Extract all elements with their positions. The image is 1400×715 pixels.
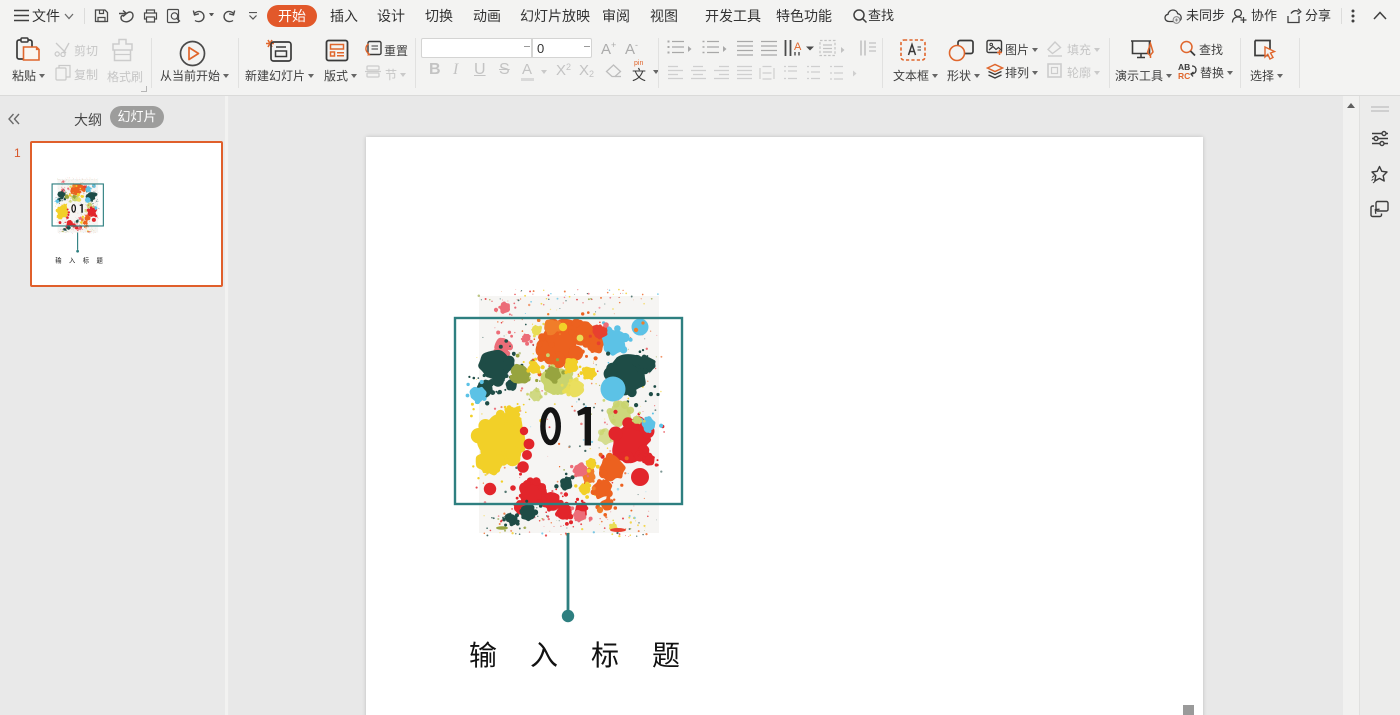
- svg-text:A: A: [794, 41, 802, 53]
- svg-text:RC: RC: [1178, 71, 1190, 80]
